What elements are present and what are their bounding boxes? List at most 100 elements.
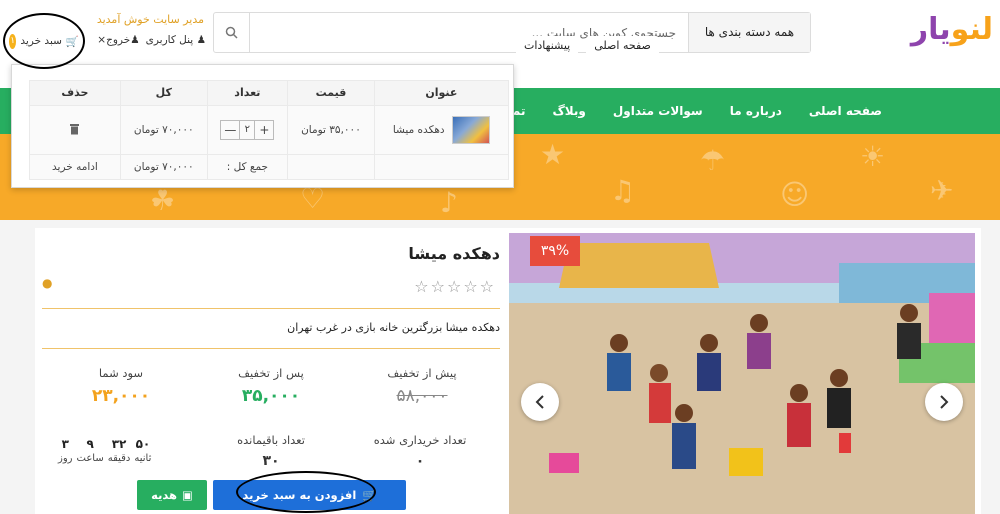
price-before-label: پیش از تخفیف <box>387 366 457 380</box>
countdown-minutes-value: ۳۲ <box>111 437 127 451</box>
price-before: پیش از تخفیف ۵۸,۰۰۰ <box>357 366 487 406</box>
add-to-cart-button[interactable]: 🛒 افزودن به سبد خرید <box>213 480 406 510</box>
star-icon[interactable]: ☆ <box>414 279 428 295</box>
chevron-right-icon <box>940 395 949 409</box>
logo-text-part-1: لنو <box>950 12 994 47</box>
star-icon[interactable]: ☆ <box>431 279 445 295</box>
price-after-label: پس از تخفیف <box>238 366 304 380</box>
search-bar: همه دسته بندی ها <box>213 12 811 53</box>
gift-icon: ▣ <box>182 488 193 502</box>
profit: سود شما ۲۳,۰۰۰ <box>56 366 186 406</box>
star-icon[interactable]: ☆ <box>463 279 477 295</box>
cart-col-qty: تعداد <box>206 80 289 106</box>
bought-count: تعداد خریداری شده ۰ <box>355 433 485 469</box>
cart-sum-label: جمع کل : <box>206 154 289 180</box>
product-image <box>509 233 975 514</box>
logout-label: خروج <box>106 34 131 46</box>
doodle-icon: ♪ <box>440 186 458 219</box>
doodle-icon: ✈ <box>930 174 954 207</box>
category-select[interactable]: همه دسته بندی ها <box>688 13 810 52</box>
bought-label: تعداد خریداری شده <box>373 433 467 447</box>
doodle-icon: ☀ <box>860 140 886 173</box>
countdown-minutes-label: دقیقه <box>107 453 131 464</box>
site-logo[interactable]: لنویار <box>893 12 994 50</box>
countdown-seconds: ۵۰ ثانیه <box>134 437 151 469</box>
add-to-cart-label: افزودن به سبد خرید <box>242 488 357 502</box>
qty-decrease-button[interactable]: — <box>221 121 239 139</box>
cart-empty-cell <box>287 154 375 180</box>
countdown-seconds-value: ۵۰ <box>135 437 151 451</box>
cart-item-qty-cell: — ۲ + <box>206 104 289 156</box>
discount-badge: ۳۹% <box>530 236 580 266</box>
product-title: دهکده میشا <box>408 244 500 263</box>
product-description: دهکده میشا بزرگترین خانه بازی در غرب تهر… <box>287 321 500 334</box>
logout-icon: ♟ <box>130 34 140 46</box>
gift-button[interactable]: ▣ هدیه <box>137 480 207 510</box>
doodle-icon: ☺ <box>780 178 810 211</box>
star-icon[interactable]: ☆ <box>447 279 461 295</box>
nav-item-home[interactable]: صفحه اصلی <box>809 88 882 134</box>
close-icon: × <box>97 34 107 46</box>
cart-table: عنوان قیمت تعداد کل حذف دهکده میشا ۳۵,۰۰… <box>29 80 510 180</box>
cart-item-total: ۷۰,۰۰۰ تومان <box>119 104 208 156</box>
breadcrumb: صفحه اصلی پیشنهادات <box>516 36 659 58</box>
doodle-icon: ☘ <box>150 184 176 217</box>
logout-link[interactable]: ♟خروج× <box>97 34 139 50</box>
countdown-minutes: ۳۲ دقیقه <box>108 437 131 469</box>
countdown-timer: ۳ روز ۹ ساعت ۳۲ دقیقه ۵۰ ثانیه <box>58 437 158 469</box>
qty-value: ۲ <box>239 121 256 139</box>
bought-value: ۰ <box>415 453 425 469</box>
cart-sum-value: ۷۰,۰۰۰ تومان <box>119 154 208 180</box>
trash-icon[interactable] <box>69 123 80 135</box>
search-button[interactable] <box>214 13 250 52</box>
cart-dropdown: عنوان قیمت تعداد کل حذف دهکده میشا ۳۵,۰۰… <box>11 64 514 188</box>
cart-icon: 🛒 <box>65 35 79 48</box>
cart-col-price: قیمت <box>287 80 375 106</box>
divider <box>42 308 500 309</box>
remaining-count: تعداد باقیمانده ۳۰ <box>206 433 336 469</box>
cart-col-title: عنوان <box>373 80 510 106</box>
logo-text-part-2: یار <box>910 12 952 47</box>
cart-item-delete-cell <box>29 104 121 156</box>
price-after-value: ۳۵,۰۰۰ <box>241 386 301 406</box>
divider <box>42 348 500 349</box>
chevron-left-icon <box>535 395 544 409</box>
cart-empty-cell <box>373 154 510 180</box>
cart-link[interactable]: 🛒 سبد خرید ۱ <box>9 31 79 51</box>
user-panel-label: پنل کاربری <box>145 34 194 46</box>
profit-label: سود شما <box>98 366 144 380</box>
cart-label: سبد خرید <box>20 35 62 47</box>
remaining-value: ۳۰ <box>262 453 280 469</box>
price-before-value: ۵۸,۰۰۰ <box>396 386 448 406</box>
remaining-label: تعداد باقیمانده <box>237 433 305 447</box>
countdown-hours-value: ۹ <box>86 437 94 451</box>
product-photo-illustration <box>509 233 975 514</box>
countdown-days: ۳ روز <box>58 437 73 469</box>
cart-icon: 🛒 <box>362 488 377 502</box>
cart-col-delete: حذف <box>29 80 121 106</box>
continue-shopping-link[interactable]: ادامه خرید <box>29 154 121 180</box>
star-icon[interactable]: ☆ <box>480 279 494 295</box>
nav-item-faq[interactable]: سوالات متداول <box>613 88 703 134</box>
cart-col-total: کل <box>119 80 208 106</box>
breadcrumb-home[interactable]: صفحه اصلی <box>586 36 659 58</box>
countdown-hours-label: ساعت <box>76 453 104 464</box>
next-image-button[interactable] <box>925 383 963 421</box>
doodle-icon: ♫ <box>610 174 636 207</box>
user-panel-link[interactable]: ♟ پنل کاربری <box>146 34 206 50</box>
cart-item-title[interactable]: دهکده میشا <box>393 124 445 136</box>
location-pin-icon[interactable]: ● <box>42 276 52 290</box>
profit-value: ۲۳,۰۰۰ <box>91 386 151 406</box>
cart-summary-row: جمع کل : ۷۰,۰۰۰ تومان ادامه خرید <box>29 154 510 180</box>
nav-item-blog[interactable]: وبلاگ <box>552 88 585 134</box>
cart-count-badge: ۱ <box>9 33 17 49</box>
qty-increase-button[interactable]: + <box>255 121 273 139</box>
nav-item-about[interactable]: درباره ما <box>730 88 782 134</box>
quantity-stepper: — ۲ + <box>220 120 275 140</box>
countdown-seconds-label: ثانیه <box>134 453 152 464</box>
user-icon: ♟ <box>196 34 206 46</box>
prev-image-button[interactable] <box>521 383 559 421</box>
price-after: پس از تخفیف ۳۵,۰۰۰ <box>206 366 336 406</box>
welcome-text: مدیر سایت خوش آمدید <box>96 13 204 26</box>
breadcrumb-offers[interactable]: پیشنهادات <box>516 36 579 58</box>
